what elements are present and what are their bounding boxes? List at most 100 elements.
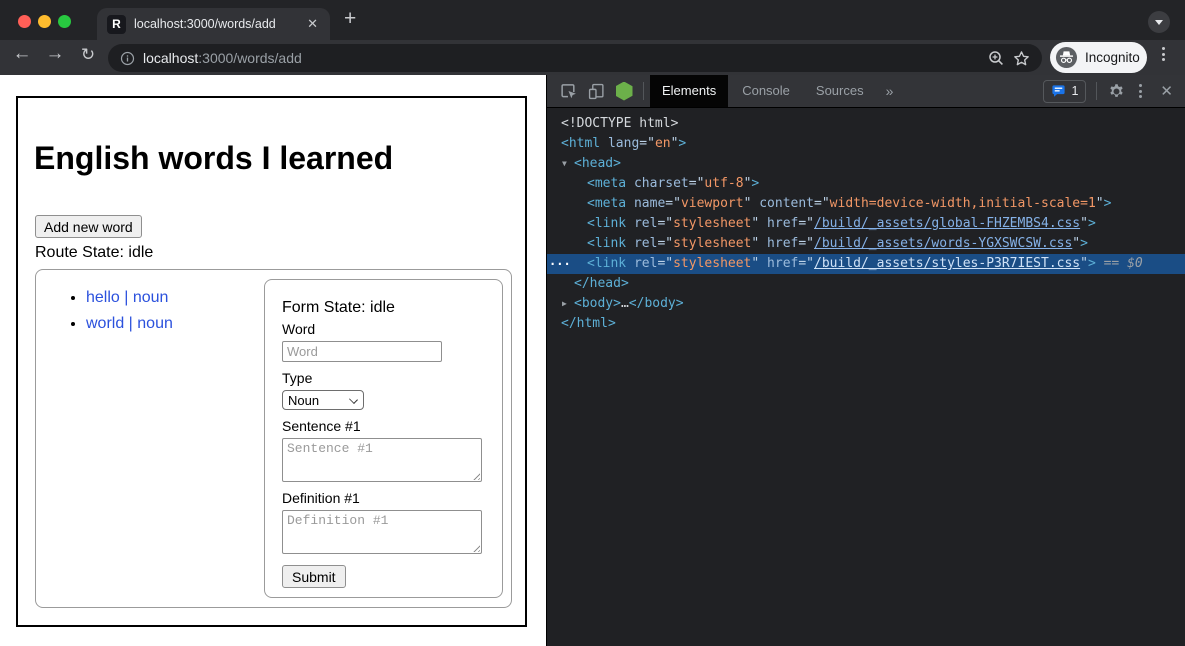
code-token-eq: =" xyxy=(814,196,830,211)
code-token-tag: > xyxy=(1080,236,1088,251)
chevron-down-icon xyxy=(1155,20,1163,25)
inspect-element-icon[interactable] xyxy=(555,78,581,104)
code-token-eq: =" xyxy=(798,216,814,231)
code-token-eq: " xyxy=(1096,196,1104,211)
tab-search-button[interactable] xyxy=(1148,11,1170,33)
window-zoom-button[interactable] xyxy=(58,15,71,28)
more-tabs-icon[interactable]: » xyxy=(878,83,902,99)
devtools-menu-icon[interactable] xyxy=(1131,84,1150,98)
url-path: :3000/words/add xyxy=(198,50,302,66)
bookmark-star-icon[interactable] xyxy=(1013,50,1030,67)
tab-elements[interactable]: Elements xyxy=(650,75,728,107)
code-line[interactable]: </html> xyxy=(547,314,1185,334)
code-token-value: en xyxy=(655,136,671,151)
select-chevron-icon xyxy=(349,395,358,404)
expanded-arrow-icon[interactable]: ▼ xyxy=(562,154,567,174)
code-token-plain: <!DOCTYPE html> xyxy=(561,116,678,131)
zoom-page-icon[interactable] xyxy=(988,50,1005,67)
type-select[interactable]: Noun xyxy=(282,390,364,410)
definition-field-label: Definition #1 xyxy=(282,490,486,507)
code-token-tag: > xyxy=(1088,256,1096,271)
tab-sources[interactable]: Sources xyxy=(804,75,876,107)
app-container: English words I learned Add new word Rou… xyxy=(16,96,527,627)
code-token-attr: content xyxy=(751,196,814,211)
url-host: localhost xyxy=(143,50,198,66)
tab-strip: R localhost:3000/words/add ✕ + xyxy=(0,0,1185,40)
devtools-close-icon[interactable]: ✕ xyxy=(1152,82,1179,100)
code-token-eq: =" xyxy=(665,196,681,211)
form-state-text: Form State: idle xyxy=(282,298,486,317)
code-line[interactable]: <link rel="stylesheet" href="/build/_ass… xyxy=(547,214,1185,234)
code-token-eq: =" xyxy=(657,236,673,251)
back-button[interactable]: ← xyxy=(10,44,34,63)
code-token-attr: href xyxy=(759,236,798,251)
code-token-attr: href xyxy=(759,256,798,271)
code-token-tag: </html> xyxy=(561,316,616,331)
code-token-tag: > xyxy=(751,176,759,191)
code-token-tag: <meta xyxy=(587,196,626,211)
code-token-value: utf-8 xyxy=(704,176,743,191)
code-line[interactable]: <!DOCTYPE html> xyxy=(547,114,1185,134)
code-token-tag: </head> xyxy=(574,276,629,291)
browser-window: R localhost:3000/words/add ✕ + ← → ↻ loc… xyxy=(0,0,1185,646)
page-title: English words I learned xyxy=(34,140,525,176)
list-item: world | noun xyxy=(86,314,173,333)
page-info-icon[interactable] xyxy=(120,51,135,66)
sentence-field-label: Sentence #1 xyxy=(282,418,486,435)
code-token-plain: … xyxy=(621,296,629,311)
code-token-tag: <link xyxy=(587,216,626,231)
sentence-textarea[interactable] xyxy=(282,438,482,482)
browser-tab[interactable]: R localhost:3000/words/add ✕ xyxy=(97,8,330,40)
word-link[interactable]: hello | noun xyxy=(86,289,168,306)
code-line[interactable]: <meta name="viewport" content="width=dev… xyxy=(547,194,1185,214)
code-token-eq: " xyxy=(1080,256,1088,271)
extension-hexagon-icon[interactable] xyxy=(611,78,637,104)
code-line[interactable]: <meta charset="utf-8"> xyxy=(547,174,1185,194)
devtools-settings-icon[interactable] xyxy=(1103,78,1129,104)
add-word-form: Form State: idle Word Type Noun Sentence… xyxy=(264,279,503,598)
code-line[interactable]: <html lang="en"> xyxy=(547,134,1185,154)
elements-tree: <!DOCTYPE html><html lang="en">▼<head><m… xyxy=(547,108,1185,334)
new-tab-button[interactable]: + xyxy=(344,7,356,31)
code-token-attr: rel xyxy=(626,256,657,271)
code-token-link: /build/_assets/styles-P3R7IEST.css xyxy=(814,256,1080,271)
code-token-attr: charset xyxy=(626,176,689,191)
code-line[interactable]: ▼<head> xyxy=(547,154,1185,174)
tab-console[interactable]: Console xyxy=(730,75,802,107)
word-field-label: Word xyxy=(282,321,486,338)
code-line[interactable]: <link rel="stylesheet" href="/build/_ass… xyxy=(547,234,1185,254)
code-token-tag: > xyxy=(1088,216,1096,231)
devtools-toolbar: Elements Console Sources » 1 ✕ xyxy=(547,75,1185,108)
code-line[interactable]: </head> xyxy=(547,274,1185,294)
collapsed-arrow-icon[interactable]: ▶ xyxy=(562,294,567,314)
reload-button[interactable]: ↻ xyxy=(76,45,100,64)
code-line[interactable]: ▶<body>…</body> xyxy=(547,294,1185,314)
devtools-panel: Elements Console Sources » 1 ✕ <!DOCTYPE… xyxy=(546,75,1185,646)
browser-menu-icon[interactable] xyxy=(1162,47,1165,61)
code-token-tag: <link xyxy=(587,236,626,251)
code-token-meta: == $0 xyxy=(1096,256,1143,271)
words-panel: hello | noun world | noun Form State: id… xyxy=(35,269,512,608)
word-list: hello | noun world | noun xyxy=(64,288,173,340)
list-item: hello | noun xyxy=(86,288,173,307)
issues-count: 1 xyxy=(1071,84,1078,98)
code-token-eq: =" xyxy=(798,256,814,271)
definition-textarea[interactable] xyxy=(282,510,482,554)
device-toolbar-icon[interactable] xyxy=(583,78,609,104)
issues-bubble-icon xyxy=(1051,84,1066,99)
window-close-button[interactable] xyxy=(18,15,31,28)
tab-title: localhost:3000/words/add xyxy=(134,17,297,31)
code-token-link: /build/_assets/words-YGXSWCSW.css xyxy=(814,236,1072,251)
code-line[interactable]: ···<link rel="stylesheet" href="/build/_… xyxy=(547,254,1185,274)
incognito-icon xyxy=(1055,46,1078,69)
word-input[interactable] xyxy=(282,341,442,362)
address-bar[interactable]: localhost:3000/words/add xyxy=(108,44,1042,72)
forward-button[interactable]: → xyxy=(43,44,67,63)
submit-button[interactable]: Submit xyxy=(282,565,346,588)
issues-counter[interactable]: 1 xyxy=(1043,80,1086,103)
tab-close-icon[interactable]: ✕ xyxy=(305,16,320,32)
word-link[interactable]: world | noun xyxy=(86,315,173,332)
add-new-word-button[interactable]: Add new word xyxy=(35,215,142,238)
window-minimize-button[interactable] xyxy=(38,15,51,28)
selected-node-dots-icon[interactable]: ··· xyxy=(549,254,571,274)
